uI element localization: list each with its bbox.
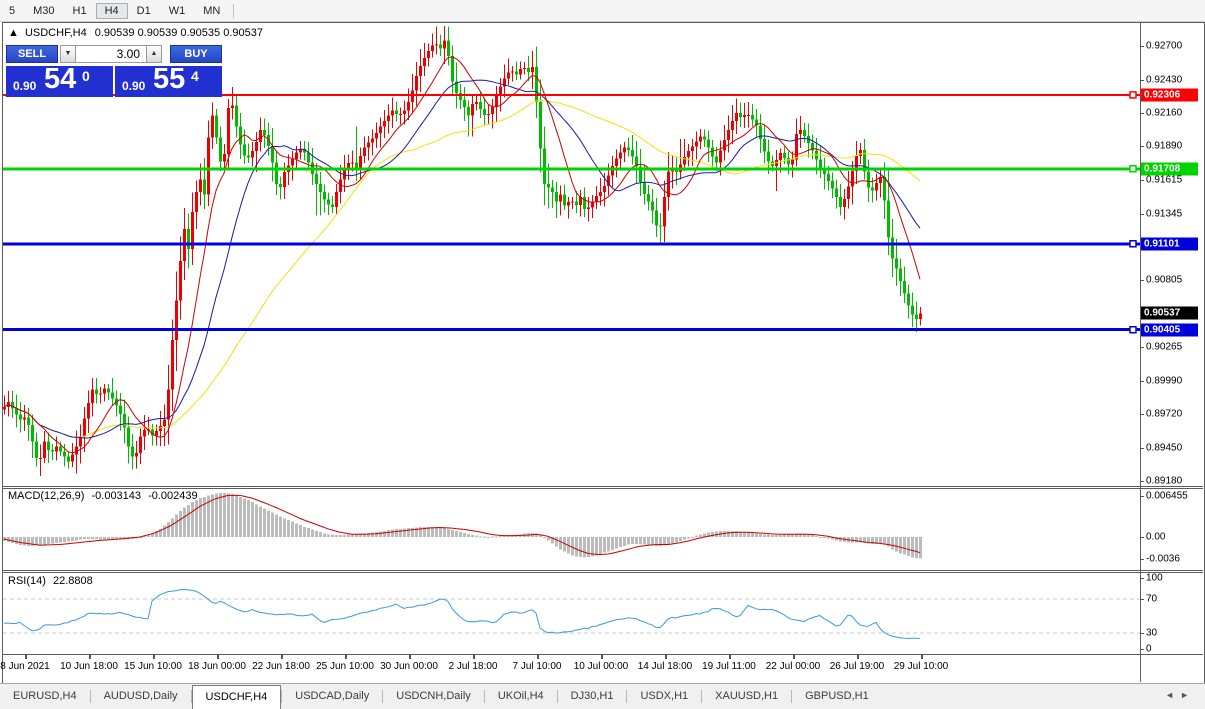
- price-tick: 0.91890: [1146, 141, 1202, 152]
- timeframe-toolbar: 5M30H1H4D1W1MN: [0, 0, 1205, 22]
- price-tick: 0: [1146, 644, 1202, 655]
- price-tick: 0.89180: [1146, 476, 1202, 487]
- date-tick-label: 8 Jun 2021: [0, 661, 50, 672]
- date-tick-label: 10 Jun 18:00: [60, 661, 118, 672]
- date-tick-label: 7 Jul 10:00: [513, 661, 562, 672]
- timeframe-button-d1[interactable]: D1: [128, 3, 160, 19]
- sell-price-sup: 0: [82, 68, 90, 84]
- timeframe-button-5[interactable]: 5: [0, 3, 24, 19]
- chart-tab-usdcad-daily[interactable]: USDCAD,Daily: [282, 684, 382, 709]
- price-tick: 0.91615: [1146, 175, 1202, 186]
- volume-decrease-button[interactable]: ▼: [60, 45, 76, 63]
- chart-tab-xauusd-h1[interactable]: XAUUSD,H1: [702, 684, 791, 709]
- timeframe-button-m30[interactable]: M30: [24, 3, 63, 19]
- price-badge: 0.90537: [1141, 307, 1198, 320]
- buy-price-small: 0.90: [122, 79, 145, 93]
- date-tick-label: 18 Jun 00:00: [188, 661, 246, 672]
- price-tick: 0.92700: [1146, 41, 1202, 52]
- price-badge: 0.90405: [1141, 324, 1198, 337]
- horizontal-level-line[interactable]: [3, 241, 1140, 247]
- price-tick: 0.91345: [1146, 209, 1202, 220]
- date-tick-label: 2 Jul 18:00: [449, 661, 498, 672]
- chart-tab-eurusd-h4[interactable]: EURUSD,H4: [0, 684, 90, 709]
- symbol-tabbar: EURUSD,H4AUDUSD,DailyUSDCHF,H4USDCAD,Dai…: [0, 683, 1205, 709]
- timeframe-button-mn[interactable]: MN: [194, 3, 229, 19]
- date-tick-label: 26 Jul 19:00: [830, 661, 885, 672]
- sell-price-box[interactable]: 0.90 54 0: [6, 66, 113, 97]
- pane-separator: [2, 486, 1203, 487]
- price-tick: -0.0036: [1146, 554, 1202, 565]
- volume-input[interactable]: [76, 46, 143, 61]
- buy-price-sup: 4: [191, 68, 199, 84]
- spin-up-icon: ▲: [151, 50, 158, 57]
- chart-tab-usdcnh-daily[interactable]: USDCNH,Daily: [383, 684, 484, 709]
- price-tick: 0.006455: [1146, 491, 1202, 502]
- trading-terminal: 5M30H1H4D1W1MN ▲ USDCHF,H4 0.90539 0.905…: [0, 0, 1205, 709]
- price-badge: 0.91708: [1141, 163, 1198, 176]
- horizontal-level-line[interactable]: [3, 327, 1140, 333]
- line-handle[interactable]: [1130, 166, 1136, 172]
- macd-signal-line: [4, 495, 920, 554]
- price-tick: 0.89990: [1146, 376, 1202, 387]
- chart-tab-audusd-daily[interactable]: AUDUSD,Daily: [91, 684, 191, 709]
- date-tick-label: 22 Jul 00:00: [766, 661, 821, 672]
- volume-field-wrap: [76, 45, 146, 63]
- rsi-line: [4, 590, 920, 639]
- buy-button[interactable]: BUY: [170, 45, 222, 63]
- sell-price-small: 0.90: [13, 79, 36, 93]
- price-tick: 0.92160: [1146, 108, 1202, 119]
- spin-down-icon: ▼: [65, 50, 72, 57]
- date-tick-label: 22 Jun 18:00: [252, 661, 310, 672]
- sell-button[interactable]: SELL: [6, 45, 58, 63]
- buy-price-box[interactable]: 0.90 55 4: [115, 66, 222, 97]
- horizontal-level-line[interactable]: [3, 166, 1140, 172]
- timeframe-button-h1[interactable]: H1: [64, 3, 96, 19]
- price-tick: 30: [1146, 628, 1202, 639]
- line-handle[interactable]: [1130, 92, 1136, 98]
- timeframe-button-h4[interactable]: H4: [96, 3, 128, 19]
- sell-price-big: 54: [44, 63, 76, 96]
- chart-tab-gbpusd-h1[interactable]: GBPUSD,H1: [792, 684, 882, 709]
- chart-tab-ukoil-h4[interactable]: UKOil,H4: [485, 684, 557, 709]
- rsi-label: RSI(14) 22.8808: [8, 575, 93, 587]
- rsi-pane[interactable]: [3, 572, 1140, 654]
- price-tick: 0.00: [1146, 532, 1202, 543]
- line-handle[interactable]: [1130, 327, 1136, 333]
- date-tick-label: 29 Jul 10:00: [894, 661, 949, 672]
- price-tick: 0.90805: [1146, 275, 1202, 286]
- date-tick-label: 19 Jul 11:00: [702, 661, 756, 672]
- price-tick: 0.90265: [1146, 342, 1202, 353]
- price-tick: 70: [1146, 594, 1202, 605]
- line-handle[interactable]: [1130, 241, 1136, 247]
- tabs-prev-icon[interactable]: ◄: [1165, 690, 1180, 700]
- chart-tab-dj30-h1[interactable]: DJ30,H1: [558, 684, 627, 709]
- volume-increase-button[interactable]: ▲: [146, 45, 162, 63]
- price-tick: 0.92430: [1146, 75, 1202, 86]
- date-tick-label: 10 Jul 00:00: [574, 661, 629, 672]
- price-axis-divider: [1140, 22, 1141, 682]
- price-badge: 0.92306: [1141, 89, 1198, 102]
- date-tick-label: 30 Jun 00:00: [380, 661, 438, 672]
- price-tick: 100: [1146, 573, 1202, 584]
- timeframe-button-w1[interactable]: W1: [160, 3, 195, 19]
- date-tick-label: 15 Jun 10:00: [124, 661, 182, 672]
- pane-separator: [2, 570, 1203, 571]
- price-tick: 0.89720: [1146, 409, 1202, 420]
- price-badge: 0.91101: [1141, 238, 1198, 251]
- one-click-trade-panel: SELL ▼ ▲ BUY 0.90 54 0 0.90 55 4: [6, 45, 224, 97]
- macd-label: MACD(12,26,9) -0.003143 -0.002439: [8, 490, 198, 502]
- tabs-next-icon[interactable]: ►: [1180, 690, 1195, 700]
- date-tick-label: 14 Jul 18:00: [638, 661, 693, 672]
- buy-price-big: 55: [153, 63, 185, 96]
- date-tick-label: 25 Jun 10:00: [316, 661, 374, 672]
- chart-tab-usdx-h1[interactable]: USDX,H1: [627, 684, 701, 709]
- price-tick: 0.89450: [1146, 443, 1202, 454]
- chart-tab-usdchf-h4[interactable]: USDCHF,H4: [192, 685, 282, 709]
